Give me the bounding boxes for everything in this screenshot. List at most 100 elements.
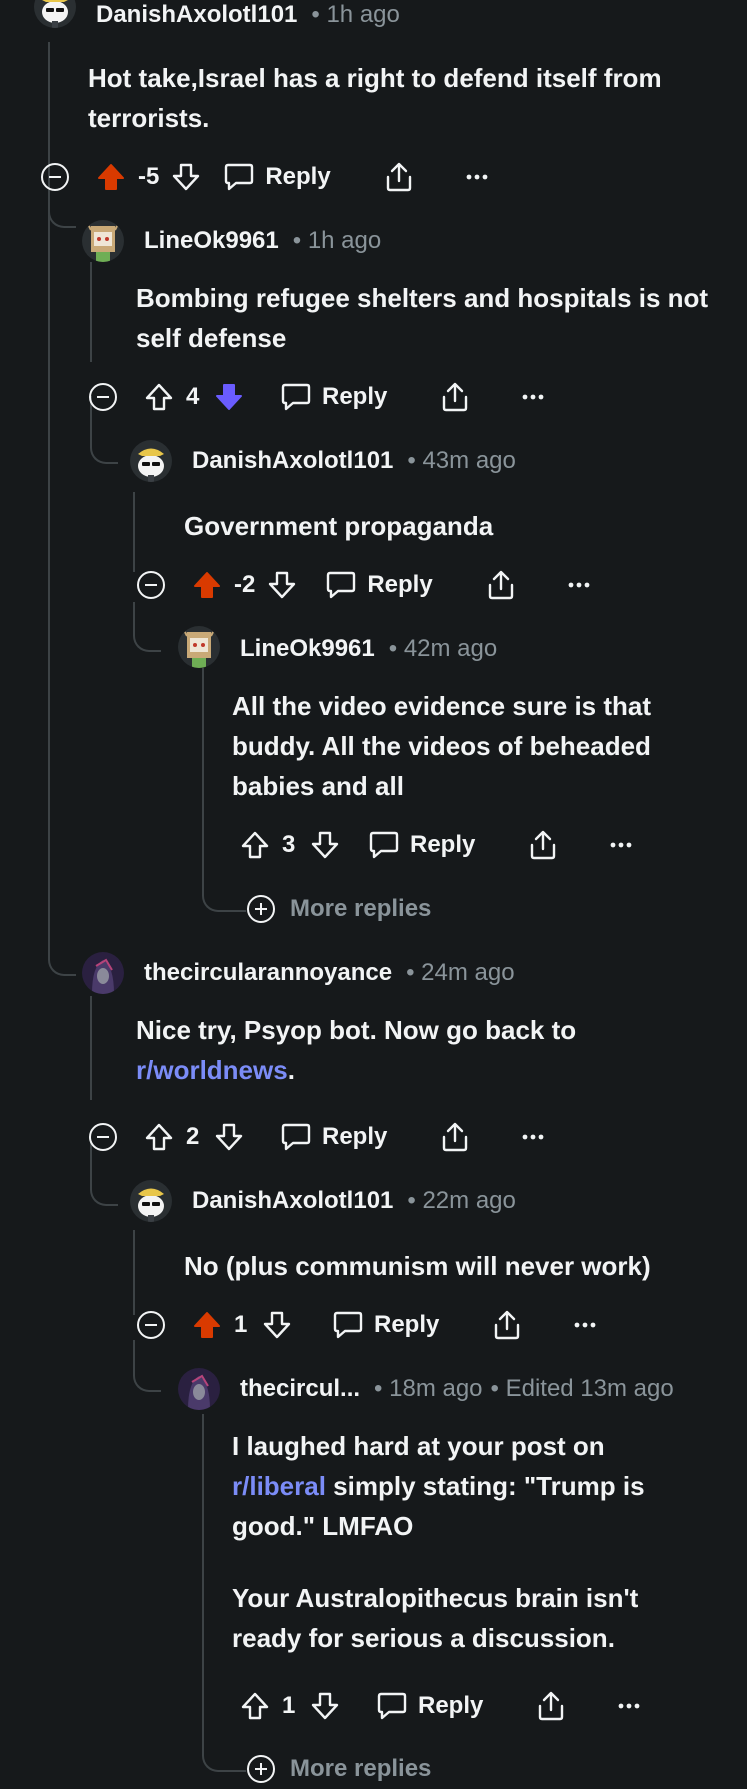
upvote-icon[interactable]: [240, 830, 270, 860]
comment-text: No (plus communism will never work): [184, 1251, 651, 1281]
avatar[interactable]: [178, 626, 220, 668]
vote-score: -5: [138, 163, 160, 190]
share-icon[interactable]: [535, 1690, 567, 1722]
comment-text: All the video evidence sure is that budd…: [232, 691, 652, 801]
more-options-icon[interactable]: [609, 841, 633, 849]
vote-score: 1: [282, 1692, 296, 1719]
more-options-icon[interactable]: [521, 393, 545, 401]
subreddit-link[interactable]: r/liberal: [232, 1471, 326, 1501]
reply-button[interactable]: Reply: [332, 1310, 439, 1340]
action-bar: 1 Reply: [192, 1307, 597, 1343]
vote-score: 3: [282, 831, 296, 858]
share-icon[interactable]: [527, 829, 559, 861]
comment-text: Nice try, Psyop bot. Now go back to r/wo…: [136, 1015, 577, 1085]
thread-line: [48, 42, 50, 817]
thread-curve: [133, 602, 161, 652]
collapse-icon[interactable]: [88, 382, 118, 412]
reply-button[interactable]: Reply: [280, 1122, 387, 1152]
upvote-icon[interactable]: [192, 570, 222, 600]
collapse-icon[interactable]: [136, 1310, 166, 1340]
avatar[interactable]: [34, 0, 76, 28]
comment-text: Hot take,Israel has a right to defend it…: [88, 63, 662, 133]
comment-body: No (plus communism will never work): [184, 1246, 724, 1286]
comment-text: Bombing refugee shelters and hospitals i…: [136, 283, 709, 353]
more-options-icon[interactable]: [465, 173, 489, 181]
username[interactable]: LineOk9961: [240, 635, 375, 663]
thread-line: [133, 1230, 135, 1315]
username[interactable]: DanishAxolotl101: [192, 1187, 393, 1215]
comment-meta: thecircul... • 18m ago • Edited 13m ago: [240, 1374, 674, 1404]
more-replies-button[interactable]: More replies: [246, 1752, 431, 1786]
upvote-icon[interactable]: [240, 1691, 270, 1721]
share-icon[interactable]: [383, 161, 415, 193]
username[interactable]: thecircularannoyance: [144, 959, 392, 987]
reply-button[interactable]: Reply: [325, 570, 433, 600]
timestamp: • 22m ago: [407, 1187, 516, 1214]
username[interactable]: LineOk9961: [144, 227, 279, 255]
more-replies-button[interactable]: More replies: [246, 892, 431, 926]
upvote-icon[interactable]: [192, 1310, 222, 1340]
username[interactable]: DanishAxolotl101: [192, 447, 393, 475]
downvote-icon[interactable]: [310, 830, 340, 860]
collapse-icon[interactable]: [88, 1122, 118, 1152]
downvote-icon[interactable]: [214, 382, 244, 412]
comment-meta: DanishAxolotl101 • 22m ago: [192, 1186, 516, 1216]
downvote-icon[interactable]: [267, 570, 297, 600]
share-icon[interactable]: [439, 381, 471, 413]
more-options-icon[interactable]: [573, 1321, 597, 1329]
avatar[interactable]: [178, 1368, 220, 1410]
avatar[interactable]: [130, 1180, 172, 1222]
avatar[interactable]: [82, 220, 124, 262]
downvote-icon[interactable]: [171, 162, 201, 192]
share-icon[interactable]: [491, 1309, 523, 1341]
thread-curve: [48, 900, 76, 976]
comment-body: Government propaganda: [184, 506, 724, 546]
chat-bubble-icon: [376, 1691, 408, 1721]
downvote-icon[interactable]: [214, 1122, 244, 1152]
thread-curve: [133, 1340, 161, 1392]
downvote-icon[interactable]: [310, 1691, 340, 1721]
comment-body: All the video evidence sure is that budd…: [232, 686, 712, 806]
username[interactable]: thecircul...: [240, 1375, 360, 1403]
thread-line: [90, 262, 92, 362]
collapse-icon[interactable]: [136, 570, 166, 600]
share-icon[interactable]: [485, 569, 517, 601]
thread-line: [90, 996, 92, 1100]
vote-score: 4: [186, 383, 200, 410]
upvote-icon[interactable]: [144, 1122, 174, 1152]
vote-score: 2: [186, 1123, 200, 1150]
reply-button[interactable]: Reply: [376, 1691, 483, 1721]
action-bar: 1 Reply: [240, 1688, 641, 1724]
subreddit-link[interactable]: r/worldnews: [136, 1055, 288, 1085]
timestamp: • 43m ago: [407, 447, 516, 474]
share-icon[interactable]: [439, 1121, 471, 1153]
username[interactable]: DanishAxolotl101: [96, 1, 297, 29]
edited-label: • Edited 13m ago: [490, 1375, 674, 1402]
timestamp: • 1h ago: [292, 227, 382, 254]
reply-button[interactable]: Reply: [280, 382, 387, 412]
more-options-icon[interactable]: [567, 581, 591, 589]
avatar[interactable]: [82, 952, 124, 994]
upvote-icon[interactable]: [144, 382, 174, 412]
action-bar: 3 Reply: [240, 827, 633, 863]
collapse-icon[interactable]: [40, 162, 70, 192]
chat-bubble-icon: [325, 570, 357, 600]
comment-body: Bombing refugee shelters and hospitals i…: [136, 278, 726, 358]
plus-circle-icon: [246, 1754, 276, 1784]
comment-text: I laughed hard at your post on r/liberal…: [232, 1431, 645, 1541]
reply-button[interactable]: Reply: [223, 162, 331, 192]
avatar[interactable]: [130, 440, 172, 482]
reply-button[interactable]: Reply: [368, 830, 475, 860]
action-bar: -5 Reply: [96, 159, 489, 195]
timestamp: • 24m ago: [406, 959, 515, 986]
comment-meta: thecircularannoyance • 24m ago: [144, 958, 515, 988]
upvote-icon[interactable]: [96, 162, 126, 192]
action-bar: 2 Reply: [144, 1119, 545, 1155]
more-options-icon[interactable]: [521, 1133, 545, 1141]
comment-body: I laughed hard at your post on r/liberal…: [232, 1426, 712, 1658]
chat-bubble-icon: [280, 1122, 312, 1152]
more-options-icon[interactable]: [617, 1702, 641, 1710]
downvote-icon[interactable]: [262, 1310, 292, 1340]
comment-text: Your Australopithecus brain isn't ready …: [232, 1583, 639, 1653]
chat-bubble-icon: [280, 382, 312, 412]
